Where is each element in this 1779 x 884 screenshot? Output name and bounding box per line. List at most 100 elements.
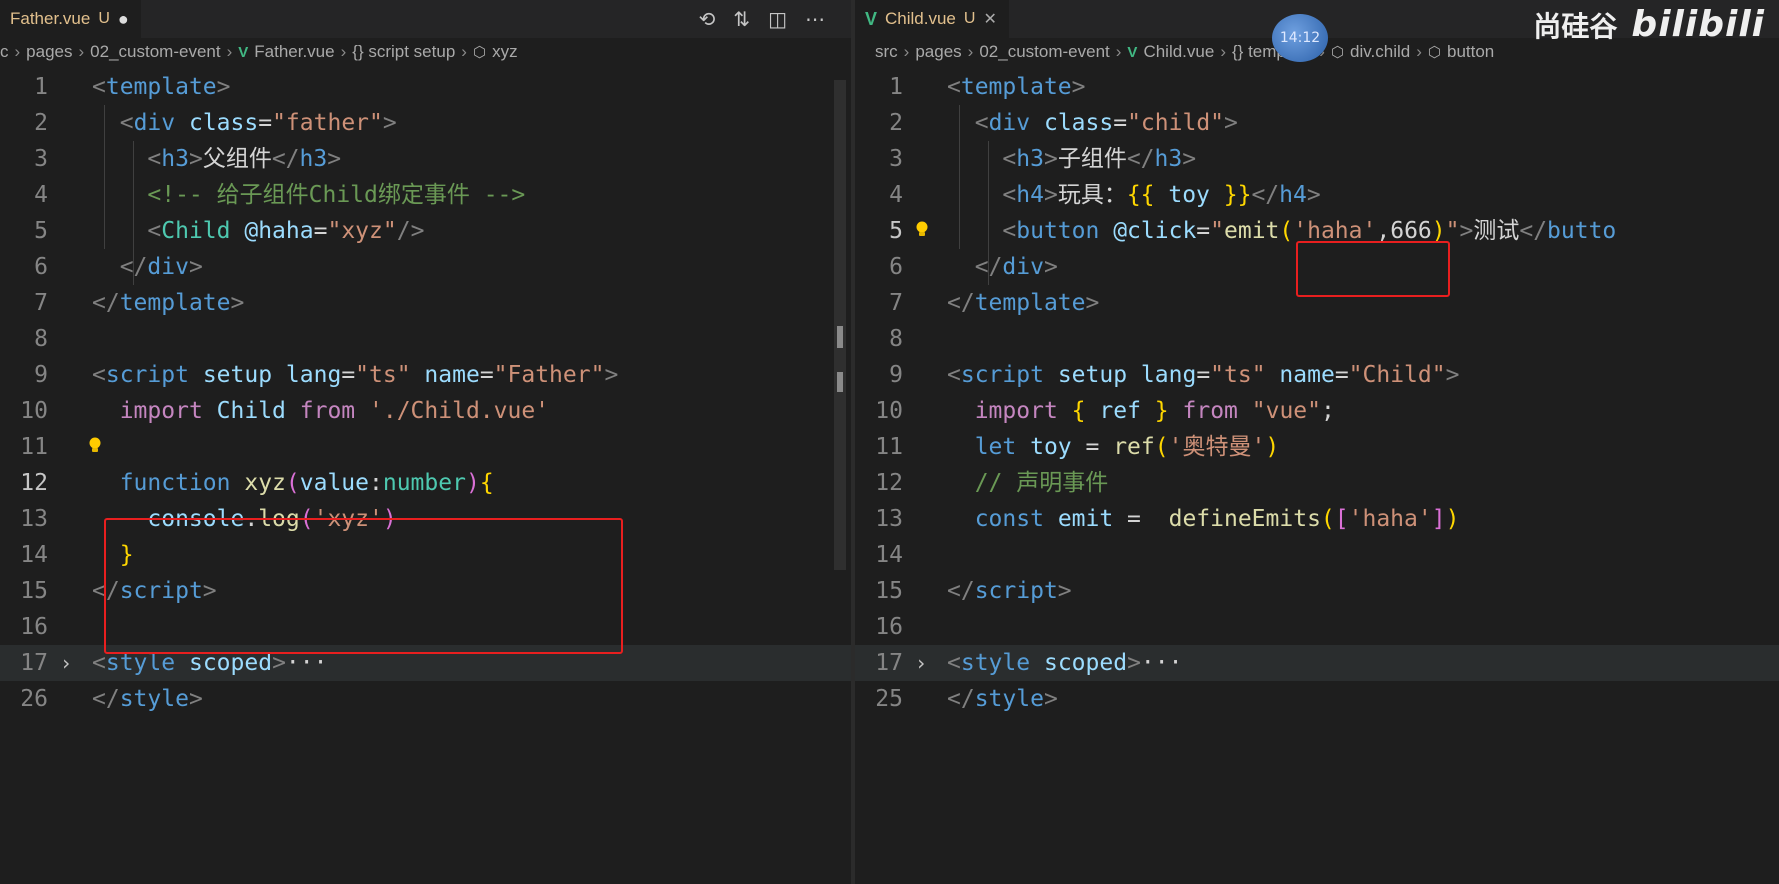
breadcrumb-item[interactable]: src — [875, 42, 898, 62]
fold-chevron-icon[interactable]: › — [915, 645, 927, 681]
line-number: 13 — [20, 506, 48, 532]
code-line[interactable]: 4 <h4>玩具：{{ toy }}</h4> — [855, 177, 1779, 213]
code-line[interactable]: 25 </style> — [855, 681, 1779, 717]
line-number: 4 — [889, 182, 903, 208]
code-line[interactable]: 14 — [855, 537, 1779, 573]
code-token: emit — [1057, 506, 1114, 532]
code-token: template — [974, 290, 1086, 316]
breadcrumb-item[interactable]: pages — [915, 42, 961, 62]
code-token: > — [1057, 578, 1072, 604]
line-number: 6 — [889, 254, 903, 280]
code-token: [ — [1334, 506, 1349, 532]
code-token: "father" — [272, 110, 383, 136]
close-icon[interactable]: ✕ — [983, 9, 996, 29]
code-line[interactable]: 1 <template> — [855, 69, 1779, 105]
code-line[interactable]: 10 import Child from './Child.vue' — [0, 393, 851, 429]
code-token: template — [119, 290, 231, 316]
code-token: template — [105, 74, 217, 100]
chevron-right-icon: › — [1115, 42, 1122, 61]
code-line[interactable]: 16 — [855, 609, 1779, 645]
code-token: ( — [1154, 434, 1169, 460]
line-number: 11 — [20, 434, 48, 460]
breadcrumb-item[interactable]: div.child — [1350, 42, 1410, 62]
breadcrumb-item[interactable]: c — [0, 42, 9, 62]
code-line[interactable]: 1 <template> — [0, 69, 851, 105]
code-line[interactable]: 15 </script> — [855, 573, 1779, 609]
code-line[interactable]: 13 const emit = defineEmits(['haha']) — [855, 501, 1779, 537]
code-text: <Child @haha="xyz"/> — [92, 213, 424, 249]
time-badge: 14:12 — [1272, 14, 1328, 62]
breadcrumb: src › pages › 02_custom-event › V Child.vue ›{} … — [875, 40, 1494, 64]
code-line[interactable]: 12 function xyz(value:number){ — [0, 465, 851, 501]
code-token: "ts" — [1210, 362, 1266, 388]
code-token: let — [974, 434, 1017, 460]
line-number: 7 — [889, 290, 903, 316]
code-token: { — [479, 470, 494, 496]
more-actions-icon[interactable]: ⋯ — [805, 7, 825, 31]
code-token: number — [382, 470, 466, 496]
code-text: import { ref } from "vue"; — [947, 393, 1335, 429]
code-token: 测试 — [1473, 218, 1520, 244]
code-line[interactable]: 17 › <style scoped>··· — [855, 645, 1779, 681]
indent-guide — [988, 141, 989, 285]
code-line[interactable]: 2 <div class="father"> — [0, 105, 851, 141]
scrollbar-track[interactable] — [834, 80, 846, 570]
fold-chevron-icon[interactable]: › — [60, 645, 72, 681]
code-token: import — [119, 398, 203, 424]
indent-guide — [104, 105, 105, 249]
code-line[interactable]: 3 <h3>父组件</h3> — [0, 141, 851, 177]
breadcrumb-item[interactable]: 02_custom-event — [979, 42, 1109, 62]
code-line[interactable]: 8 — [0, 321, 851, 357]
code-editor[interactable]: 1 <template> 2 <div class="child"> 3 <h3>子组… — [855, 69, 1779, 717]
code-token: defineEmits — [1168, 506, 1321, 532]
code-line[interactable]: 10 import { ref } from "vue"; — [855, 393, 1779, 429]
line-number: 7 — [34, 290, 48, 316]
code-line[interactable]: 7 </template> — [0, 285, 851, 321]
indent-guide — [133, 141, 134, 285]
tab-father-vue[interactable]: Father.vue U ● — [0, 0, 141, 38]
code-token: > — [1043, 254, 1058, 280]
tab-child-vue[interactable]: V Child.vue U ✕ — [855, 0, 1009, 38]
breadcrumb-item[interactable]: 02_custom-event — [90, 42, 220, 62]
code-line[interactable]: 3 <h3>子组件</h3> — [855, 141, 1779, 177]
code-line[interactable]: 5 <Child @haha="xyz"/> — [0, 213, 851, 249]
breadcrumb-item[interactable]: button — [1447, 42, 1494, 62]
unsaved-dot-icon[interactable]: ● — [118, 9, 129, 30]
line-number: 6 — [34, 254, 48, 280]
code-line[interactable]: 26 </style> — [0, 681, 851, 717]
code-token: < — [147, 146, 162, 172]
code-token: "xyz" — [327, 218, 397, 244]
code-token: import — [974, 398, 1058, 424]
breadcrumb-item[interactable]: {} script setup — [352, 42, 455, 62]
code-line[interactable]: 12 // 声明事件 — [855, 465, 1779, 501]
code-line[interactable]: 11 let toy = ref('奥特曼') — [855, 429, 1779, 465]
code-token: name — [1279, 362, 1335, 388]
code-token: = — [313, 218, 328, 244]
code-text: <script setup lang="ts" name="Child"> — [947, 357, 1459, 393]
scrollbar-marker — [837, 372, 843, 392]
breadcrumb-item[interactable]: pages — [26, 42, 72, 62]
code-line[interactable]: 11 — [0, 429, 851, 465]
line-number: 14 — [20, 542, 48, 568]
code-token: "vue" — [1251, 398, 1321, 424]
lightbulb-icon[interactable] — [88, 437, 102, 455]
code-line[interactable]: 8 — [855, 321, 1779, 357]
timeline-icon[interactable]: ⟲ — [699, 7, 716, 31]
code-line[interactable]: 2 <div class="child"> — [855, 105, 1779, 141]
code-token: function — [119, 470, 231, 496]
breadcrumb-item[interactable]: Father.vue — [254, 42, 334, 62]
code-line[interactable]: 9 <script setup lang="ts" name="Father"> — [0, 357, 851, 393]
breadcrumb-item[interactable]: xyz — [492, 42, 518, 62]
breadcrumb-item[interactable]: Child.vue — [1143, 42, 1214, 62]
compare-changes-icon[interactable]: ⇅ — [733, 7, 750, 31]
code-line[interactable]: 6 </div> — [0, 249, 851, 285]
split-editor-icon[interactable]: ◫ — [768, 7, 787, 31]
code-token: 'haha' — [1348, 506, 1432, 532]
code-token: ( — [1279, 218, 1294, 244]
code-token: > — [604, 362, 619, 388]
lightbulb-icon[interactable] — [915, 221, 929, 239]
code-text: </style> — [947, 681, 1058, 717]
code-line[interactable]: 4 <!-- 给子组件Child绑定事件 --> — [0, 177, 851, 213]
code-line[interactable]: 9 <script setup lang="ts" name="Child"> — [855, 357, 1779, 393]
